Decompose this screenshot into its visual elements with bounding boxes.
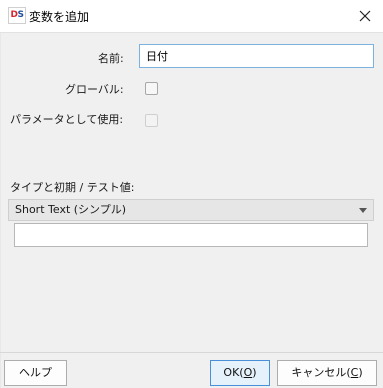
parameter-checkbox[interactable]	[145, 114, 158, 127]
global-label: グローバル:	[65, 83, 124, 96]
ok-button[interactable]: OK(O)	[210, 360, 270, 386]
window-edge	[0, 33, 1, 388]
initial-value-input[interactable]	[14, 223, 368, 247]
name-label: 名前:	[98, 52, 124, 65]
type-select-value: Short Text (シンプル)	[15, 203, 127, 216]
chevron-down-icon	[359, 208, 367, 213]
name-input[interactable]	[139, 44, 374, 68]
app-logo-letter-s: S	[17, 10, 24, 20]
window-title: 変数を追加	[29, 10, 90, 24]
ok-mnemonic: O	[243, 366, 253, 379]
cancel-label-prefix: キャンセル(	[291, 366, 351, 379]
cancel-label-suffix: )	[358, 366, 363, 379]
ok-label-prefix: OK(	[223, 366, 244, 379]
ok-label-suffix: )	[252, 366, 257, 379]
app-logo: DS	[8, 7, 26, 24]
cancel-button[interactable]: キャンセル(C)	[277, 360, 377, 386]
app-logo-letter-d: D	[10, 10, 18, 20]
type-label: タイプと初期 / テスト値:	[10, 181, 135, 194]
close-button[interactable]	[353, 4, 377, 28]
global-checkbox[interactable]	[145, 82, 158, 95]
parameter-label: パラメータとして使用:	[10, 113, 124, 126]
title-divider	[0, 32, 383, 33]
footer-divider	[0, 352, 383, 353]
close-icon	[359, 10, 371, 22]
title-bar: DS 変数を追加	[0, 0, 383, 32]
type-select[interactable]: Short Text (シンプル)	[8, 199, 374, 221]
help-button[interactable]: ヘルプ	[4, 360, 67, 386]
